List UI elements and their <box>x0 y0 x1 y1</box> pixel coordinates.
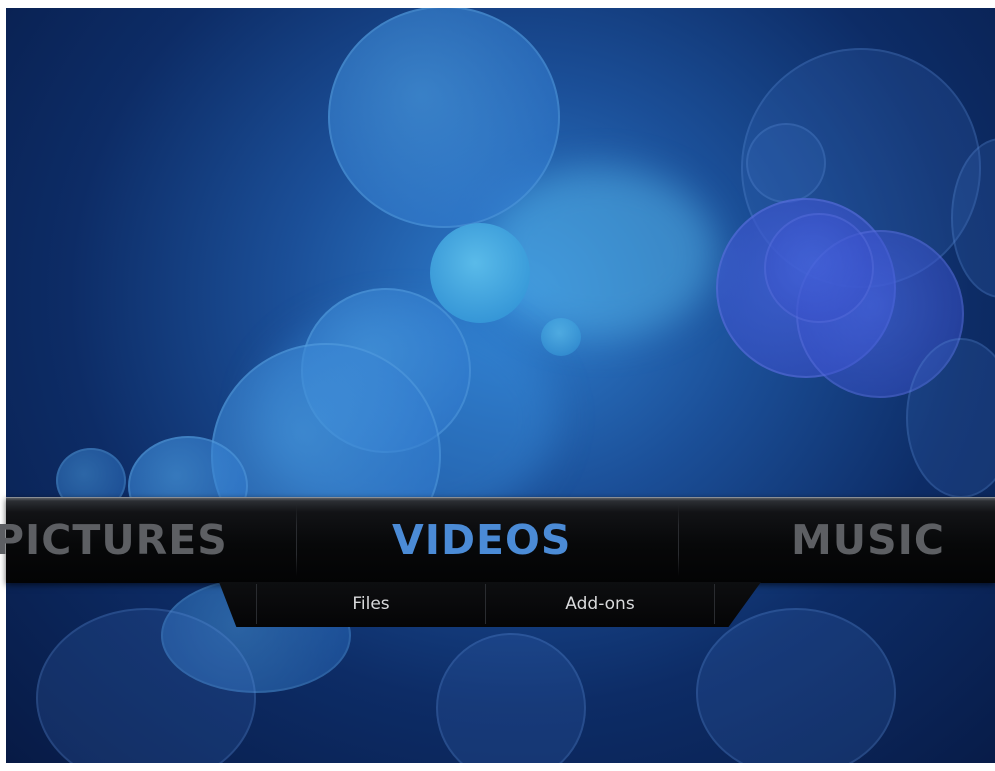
bokeh-circle <box>696 608 896 763</box>
bokeh-circle <box>328 8 560 228</box>
submenu-item-label: Files <box>352 594 390 614</box>
menu-item-music[interactable]: MUSIC <box>791 498 945 583</box>
videos-submenu: Files Add-ons <box>219 582 761 627</box>
menu-item-label: VIDEOS <box>392 516 572 564</box>
bokeh-circle <box>541 318 581 356</box>
menu-divider <box>296 504 297 576</box>
bokeh-circle <box>430 223 530 323</box>
submenu-item-addons[interactable]: Add-ons <box>486 582 714 627</box>
bokeh-circle <box>764 213 874 323</box>
menu-item-label: MUSIC <box>791 516 945 564</box>
submenu-item-label: Add-ons <box>565 594 635 614</box>
submenu-item-files[interactable]: Files <box>257 582 485 627</box>
menu-item-pictures[interactable]: PICTURES <box>0 498 228 583</box>
menu-divider <box>678 504 679 576</box>
menu-item-label: PICTURES <box>0 516 228 564</box>
background-wallpaper <box>6 8 995 763</box>
bokeh-circle <box>436 633 586 763</box>
menu-item-videos[interactable]: VIDEOS <box>392 498 571 583</box>
submenu-divider <box>714 584 715 624</box>
main-menu-bar: PICTURES VIDEOS MUSIC <box>0 497 995 583</box>
bokeh-circle <box>746 123 826 203</box>
